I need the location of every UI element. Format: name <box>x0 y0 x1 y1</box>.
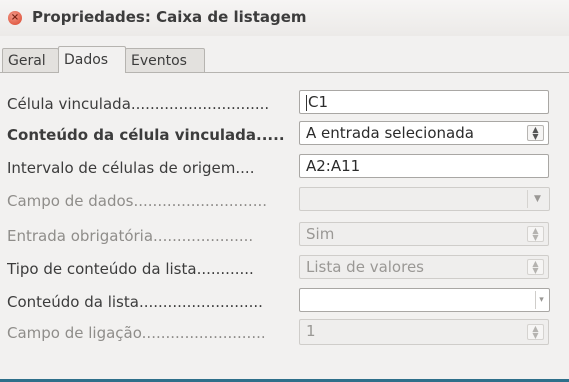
row-linked-cell-content: Conteúdo da célula vinculada..... A entr… <box>0 121 569 147</box>
linked-cell-value: C1 <box>308 93 329 111</box>
input-required-label: Entrada obrigatória..................... <box>7 227 254 245</box>
spin-icon[interactable]: ▲ ▼ <box>527 125 544 141</box>
text-caret <box>306 94 307 111</box>
row-input-required: Entrada obrigatória.....................… <box>0 222 569 248</box>
row-list-content-type: Tipo de conteúdo da lista............ Li… <box>0 255 569 281</box>
list-content-type-label: Tipo de conteúdo da lista............ <box>7 260 254 278</box>
bound-field-spinbox[interactable]: 1 ▲ ▼ <box>299 319 549 345</box>
row-data-field: Campo de dados..........................… <box>0 187 569 213</box>
linked-cell-content-value: A entrada selecionada <box>306 124 474 142</box>
linked-cell-content-select[interactable]: A entrada selecionada ▲ ▼ <box>299 121 549 145</box>
row-bound-field: Campo de ligação........................… <box>0 319 569 345</box>
row-list-content: Conteúdo da lista.......................… <box>0 288 569 314</box>
list-content-type-select[interactable]: Lista de valores ▲ ▼ <box>299 255 549 279</box>
bound-field-label: Campo de ligação........................… <box>7 324 266 342</box>
title-bar: × Propriedades: Caixa de listagem <box>0 0 569 36</box>
linked-cell-input[interactable]: C1 <box>299 90 549 114</box>
linked-cell-label: Célula vinculada........................… <box>7 95 270 113</box>
row-source-range: Intervalo de células de origem.... A2:A1… <box>0 154 569 180</box>
data-field-label: Campo de dados..........................… <box>7 192 267 210</box>
close-icon[interactable]: × <box>8 11 22 25</box>
input-required-value: Sim <box>306 225 335 243</box>
spin-icon[interactable]: ▲ ▼ <box>527 259 544 275</box>
spin-icon[interactable]: ▲ ▼ <box>527 324 544 340</box>
tab-geral[interactable]: Geral <box>2 48 59 72</box>
bound-field-value: 1 <box>306 322 316 340</box>
spin-icon[interactable]: ▲ ▼ <box>527 226 544 242</box>
tab-eventos[interactable]: Eventos <box>125 48 205 72</box>
source-range-label: Intervalo de células de origem.... <box>7 159 255 177</box>
row-linked-cell: Célula vinculada........................… <box>0 90 569 116</box>
tab-dados[interactable]: Dados <box>58 46 126 73</box>
chevron-down-icon[interactable]: ▾ <box>535 291 547 309</box>
chevron-down-icon[interactable]: ▼ <box>527 190 547 208</box>
linked-cell-content-label: Conteúdo da célula vinculada..... <box>7 126 285 144</box>
source-range-input[interactable]: A2:A11 <box>299 154 549 178</box>
list-content-label: Conteúdo da lista.......................… <box>7 293 263 311</box>
list-content-type-value: Lista de valores <box>306 258 424 276</box>
data-field-combobox[interactable]: ▼ <box>299 187 550 211</box>
input-required-select[interactable]: Sim ▲ ▼ <box>299 222 549 246</box>
window-title: Propriedades: Caixa de listagem <box>32 8 307 26</box>
list-content-combobox[interactable]: ▾ <box>299 288 550 312</box>
source-range-value: A2:A11 <box>306 157 361 175</box>
